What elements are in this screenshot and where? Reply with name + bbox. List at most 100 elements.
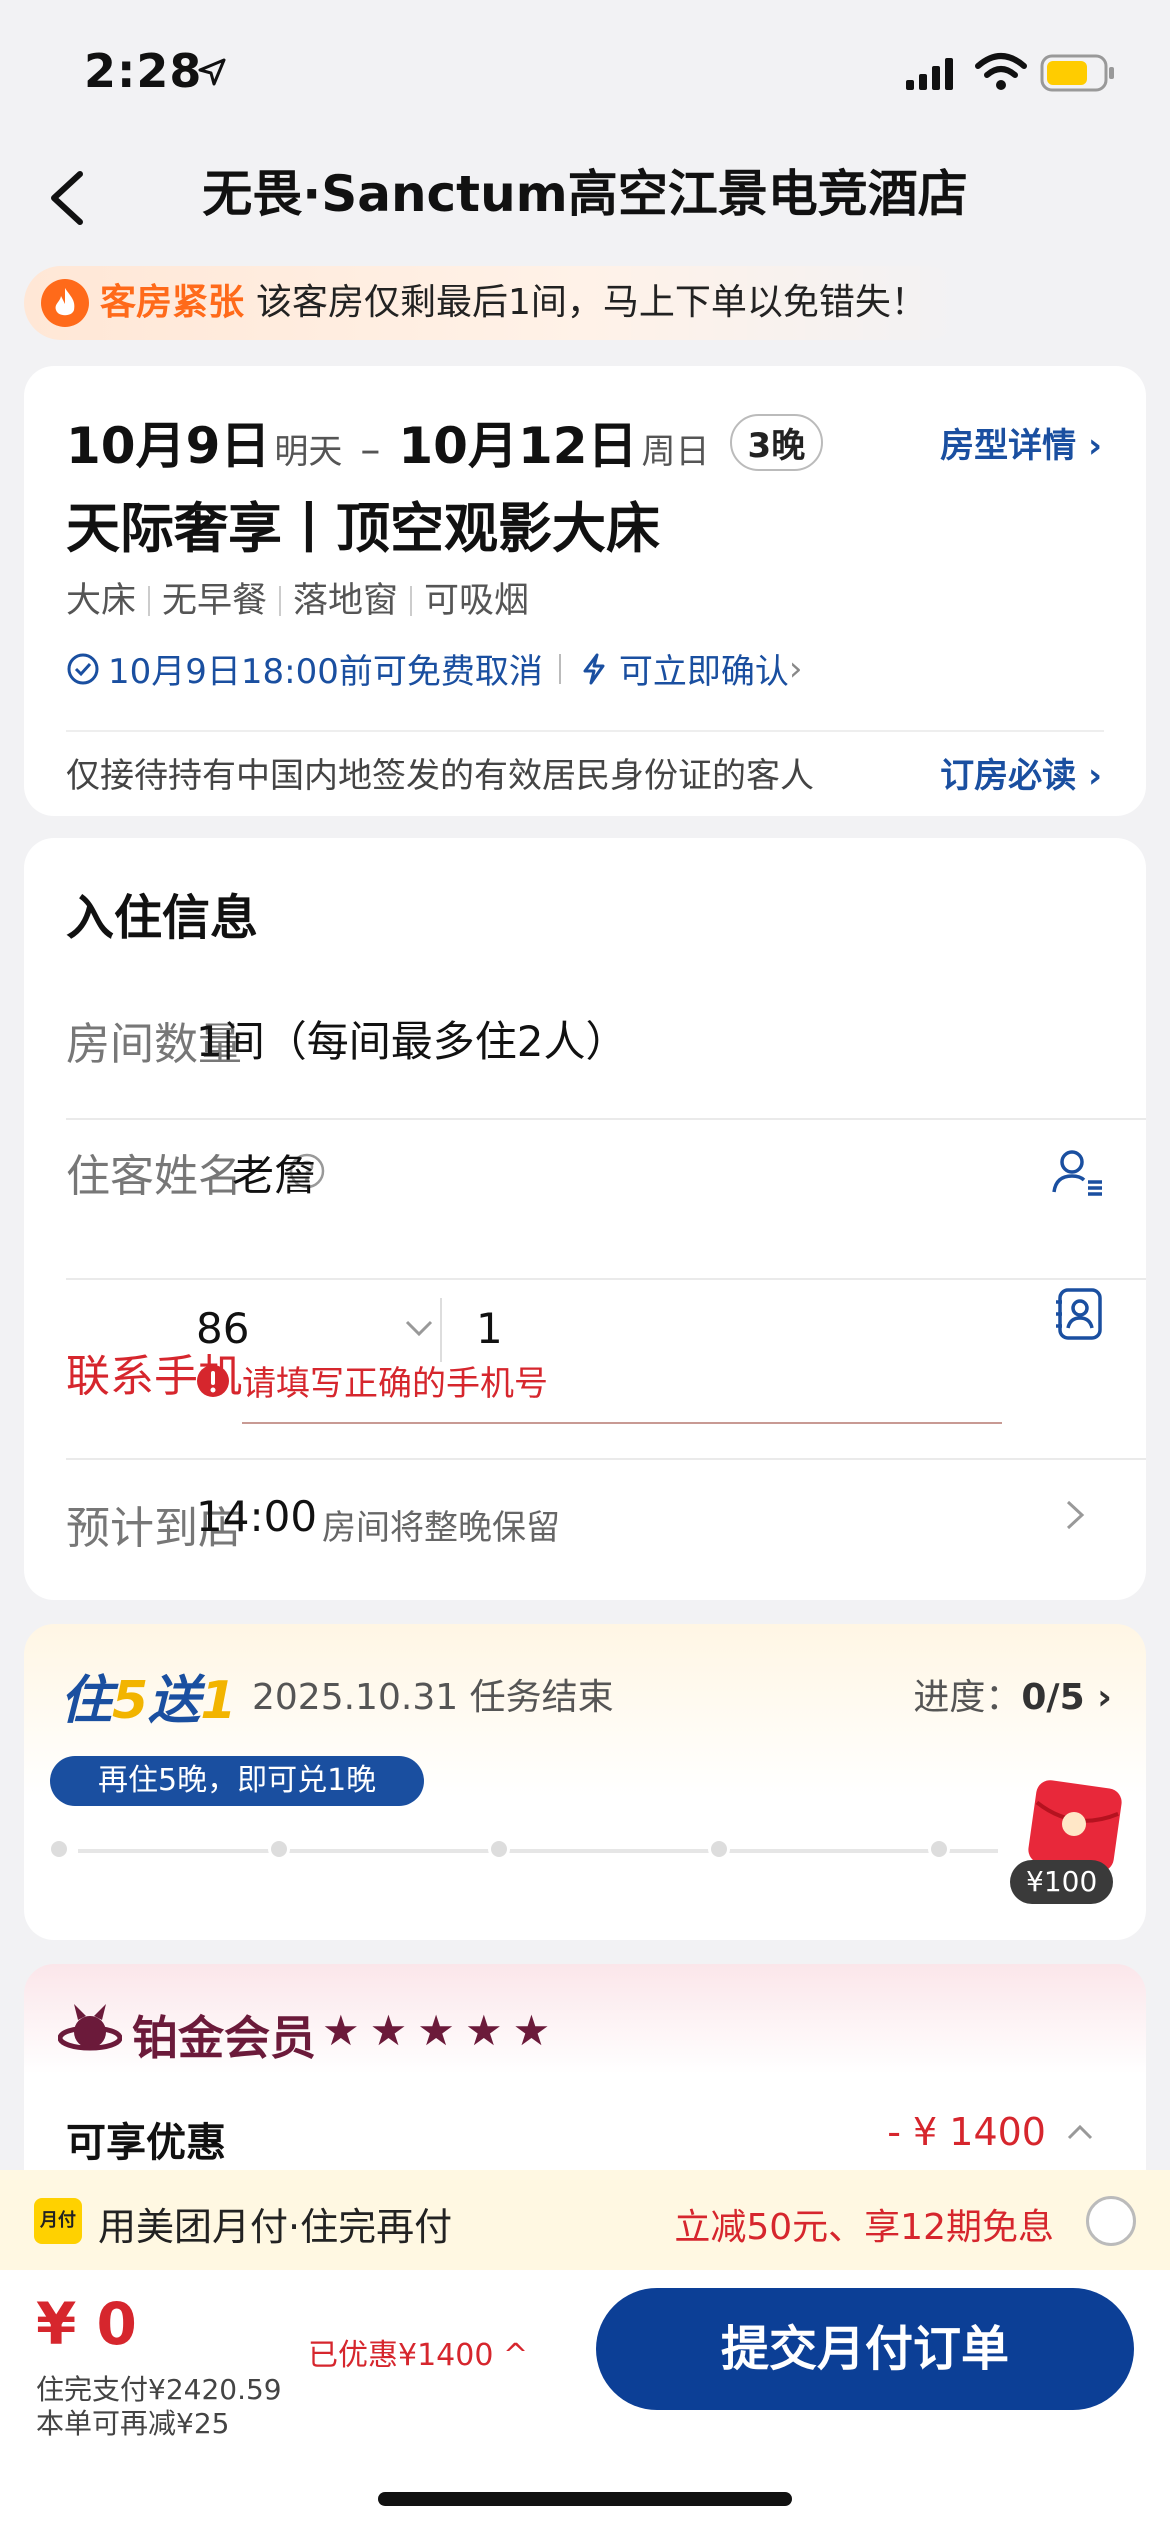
mission-title-part: 住 (60, 1671, 113, 1731)
guest-name-input[interactable]: 老詹 (232, 1142, 316, 1203)
chevron-right-icon (1066, 1500, 1085, 1530)
feature-bed: 大床 (66, 581, 137, 621)
chevron-right-icon: › (1076, 756, 1102, 796)
arrival-time-row[interactable]: 预计到店 14:00 房间将整晚保留 (66, 1468, 1146, 1598)
lightning-icon (583, 653, 605, 684)
contacts-book-icon[interactable] (1054, 1286, 1106, 1342)
country-code-select[interactable]: 86 (196, 1304, 249, 1353)
feature-smoking: 可吸烟 (424, 581, 530, 621)
phone-error-underline (242, 1422, 1002, 1424)
wifi-icon (975, 53, 1027, 90)
flame-icon (41, 279, 89, 327)
cancel-policy-row[interactable]: 10月9日18:00前可免费取消 可立即确认 › (66, 644, 803, 693)
policy-divider (558, 653, 561, 684)
phone-input[interactable]: 1 (476, 1304, 503, 1353)
progress-dot (488, 1838, 510, 1860)
id-requirement-note: 仅接待持有中国内地签发的有效居民身份证的客人 (66, 756, 814, 796)
progress-label: 进度： (913, 1677, 1022, 1718)
notice-tag: 客房紧张 (100, 282, 245, 323)
room-detail-link[interactable]: 房型详情 › (940, 418, 1102, 467)
stay-5-get-1-card[interactable]: 住5送1 2025.10.31 任务结束 进度：0/5 › 再住5晚，即可兑1晚… (24, 1624, 1146, 1940)
section-title: 入住信息 (66, 890, 259, 946)
discount-value: - ¥ 1400 (887, 2110, 1046, 2154)
chevron-right-icon: › (788, 648, 803, 689)
notice-message: 该客房仅剩最后1间，马上下单以免错失！ (256, 282, 927, 323)
mission-title-part: 5 (112, 1671, 149, 1731)
progress-track (78, 1849, 998, 1853)
cancel-policy-text: 10月9日18:00前可免费取消 (108, 652, 543, 692)
member-level: 铂金会员 (132, 2011, 316, 2065)
feature-divider (410, 586, 413, 616)
divider (66, 730, 1104, 732)
status-time: 2:28 (84, 44, 203, 98)
mission-progress[interactable]: 进度：0/5 › (913, 1668, 1112, 1720)
member-benefits-card: 铂金会员 ★★★★★ 可享优惠 - ¥ 1400 (24, 1964, 1146, 2184)
check-circle-icon (67, 653, 99, 684)
scarcity-notice: 客房紧张 该客房仅剩最后1间，马上下单以免错失！ (24, 266, 964, 340)
nights-badge: 3晚 (729, 414, 824, 471)
mission-end-date: 2025.10.31 任务结束 (252, 1677, 614, 1718)
progress-dot (928, 1838, 950, 1860)
room-name: 天际奢享丨顶空观影大床 (66, 497, 660, 560)
feature-breakfast: 无早餐 (162, 581, 268, 621)
progress-dot (268, 1838, 290, 1860)
stay-dates: 10月9日 明天 –10月12日 周日 3晚 (66, 406, 824, 476)
chevron-up-icon[interactable] (1066, 2122, 1094, 2142)
arrival-note: 房间将整晚保留 (322, 1508, 560, 1548)
room-detail-label: 房型详情 (940, 426, 1077, 466)
chevron-up-icon: ^ (493, 2338, 529, 2373)
reward-amount: ¥100 (1010, 1860, 1114, 1904)
mission-title-part: 送 (148, 1671, 201, 1731)
instant-confirm-text: 可立即确认 (618, 652, 789, 692)
mission-title: 住5送1 (60, 1658, 236, 1733)
phone-error: 请填写正确的手机号 (196, 1356, 548, 1405)
checkin-info-card: 入住信息 房间数量 1间（每间最多住2人） 住客姓名 老詹 联系手机 86 1 … (24, 838, 1146, 1600)
checkin-day: 明天 (274, 432, 343, 472)
booking-notes-label: 订房必读 (940, 756, 1077, 796)
monthly-pay-option[interactable]: 月付 用美团月付·住完再付 立减50元、享12期免息 (0, 2170, 1170, 2270)
checkout-date: 10月12日 (398, 417, 638, 475)
room-count-row[interactable]: 房间数量 1间（每间最多住2人） (66, 988, 1146, 1138)
stars-text: ★★★★★ (322, 2006, 561, 2055)
divider (66, 1118, 1146, 1120)
progress-dot (708, 1838, 730, 1860)
mission-title-part: 1 (200, 1671, 237, 1731)
chevron-down-icon[interactable] (404, 1318, 434, 1338)
discount-summary[interactable]: 已优惠¥1400 ^ (308, 2330, 528, 2374)
monthly-pay-label: 用美团月付·住完再付 (98, 2205, 453, 2249)
chevron-right-icon: › (1076, 426, 1102, 466)
booking-notes-link[interactable]: 订房必读 › (940, 748, 1102, 797)
divider (440, 1298, 442, 1362)
progress-bubble: 再住5晚，即可兑1晚 (50, 1756, 425, 1806)
chevron-right-icon: › (1084, 1677, 1112, 1718)
room-card: 10月9日 明天 –10月12日 周日 3晚 房型详情 › 天际奢享丨顶空观影大床 大床… (24, 366, 1146, 816)
error-circle-icon (197, 1364, 229, 1397)
contact-list-icon[interactable] (1050, 1144, 1106, 1200)
checkin-date: 10月9日 (66, 417, 271, 475)
guest-name-label: 住客姓名 (66, 1151, 242, 1202)
monthly-pay-promo: 立减50元、享12期免息 (674, 2207, 1054, 2248)
back-chevron-icon[interactable] (44, 166, 92, 230)
checkout-day: 周日 (641, 432, 710, 472)
room-features: 大床 无早餐 落地窗 可吸烟 (66, 572, 529, 623)
phone-error-text: 请填写正确的手机号 (242, 1364, 548, 1404)
progress-value: 0/5 (1021, 1677, 1085, 1718)
date-dash: – (360, 427, 381, 473)
cellular-signal-icon (906, 58, 953, 90)
submit-order-button[interactable]: 提交月付订单 (596, 2288, 1134, 2410)
monthly-pay-radio[interactable] (1086, 2196, 1136, 2246)
page-title: 无畏·Sanctum高空江景电竞酒店 (202, 165, 968, 223)
discount-summary-text: 已优惠¥1400 (308, 2338, 494, 2373)
location-arrow-icon (198, 58, 226, 86)
status-bar: 2:28 (0, 0, 1170, 150)
battery-icon (1040, 54, 1114, 92)
platinum-member-icon (58, 2004, 122, 2051)
phone-row: 联系手机 86 1 请填写正确的手机号 (66, 1278, 1146, 1468)
room-count-value[interactable]: 1间（每间最多住2人） (196, 1008, 627, 1069)
feature-divider (148, 586, 151, 616)
monthly-pay-icon: 月付 (34, 2198, 82, 2244)
feature-divider (279, 586, 282, 616)
total-price: ¥ 0 (36, 2290, 137, 2358)
guest-name-row: 住客姓名 老詹 (66, 1138, 1146, 1288)
feature-window: 落地窗 (293, 581, 399, 621)
